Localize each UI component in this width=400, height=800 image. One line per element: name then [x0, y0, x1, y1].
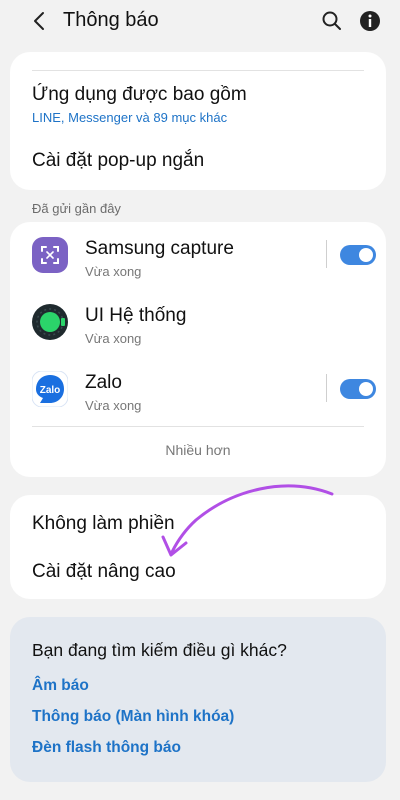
popup-settings-title: Cài đặt pop-up ngắn	[32, 150, 205, 171]
notification-toggle[interactable]	[340, 379, 376, 399]
app-time: Vừa xong	[85, 264, 142, 279]
system-ui-icon	[32, 304, 68, 340]
samsung-capture-icon	[32, 237, 68, 273]
advanced-settings-row[interactable]: Cài đặt nâng cao	[10, 551, 386, 597]
recent-apps-card: Samsung capture Vừa xong UI Hệ thống Vừa…	[10, 222, 386, 477]
toggle-knob	[359, 248, 373, 262]
do-not-disturb-title: Không làm phiền	[32, 513, 175, 534]
popup-settings-row[interactable]: Cài đặt pop-up ngắn	[10, 138, 386, 186]
app-time: Vừa xong	[85, 331, 142, 346]
zalo-logo-text: Zalo	[40, 385, 61, 396]
do-not-disturb-row[interactable]: Không làm phiền	[10, 501, 386, 547]
page-title: Thông báo	[63, 9, 159, 31]
settings-card-top: Ứng dụng được bao gồm LINE, Messenger và…	[10, 52, 386, 190]
suggestions-title: Bạn đang tìm kiếm điều gì khác?	[32, 640, 287, 660]
info-icon[interactable]	[358, 9, 382, 33]
settings-card-bottom: Không làm phiền Cài đặt nâng cao	[10, 495, 386, 599]
section-label-recent: Đã gửi gần đây	[32, 201, 121, 216]
app-row-zalo[interactable]: Zalo Zalo Vừa xong	[10, 358, 386, 424]
back-chevron-icon[interactable]	[28, 9, 52, 33]
search-icon[interactable]	[320, 9, 344, 33]
app-row-samsung-capture[interactable]: Samsung capture Vừa xong	[10, 224, 386, 290]
divider	[326, 240, 327, 268]
included-apps-subtitle: LINE, Messenger và 89 mục khác	[32, 110, 228, 125]
more-button[interactable]: Nhiều hơn	[10, 442, 386, 458]
included-apps-row[interactable]: Ứng dụng được bao gồm LINE, Messenger và…	[10, 74, 386, 134]
toggle-knob	[359, 382, 373, 396]
link-flash-notification[interactable]: Đèn flash thông báo	[32, 739, 181, 757]
advanced-settings-title: Cài đặt nâng cao	[32, 561, 176, 582]
link-lock-screen-notifications[interactable]: Thông báo (Màn hình khóa)	[32, 708, 234, 726]
app-name: Zalo	[85, 372, 122, 393]
suggestions-card: Bạn đang tìm kiếm điều gì khác? Âm báo T…	[10, 617, 386, 782]
app-header: Thông báo	[0, 0, 400, 44]
app-name: Samsung capture	[85, 238, 234, 259]
app-row-system-ui[interactable]: UI Hệ thống Vừa xong	[10, 291, 386, 357]
zalo-icon: Zalo	[31, 370, 69, 408]
divider	[326, 374, 327, 402]
divider	[32, 426, 364, 427]
app-name: UI Hệ thống	[85, 305, 187, 326]
included-apps-title: Ứng dụng được bao gồm	[32, 84, 247, 105]
notification-toggle[interactable]	[340, 245, 376, 265]
app-time: Vừa xong	[85, 398, 142, 413]
link-notification-sound[interactable]: Âm báo	[32, 677, 89, 695]
divider	[32, 70, 364, 71]
